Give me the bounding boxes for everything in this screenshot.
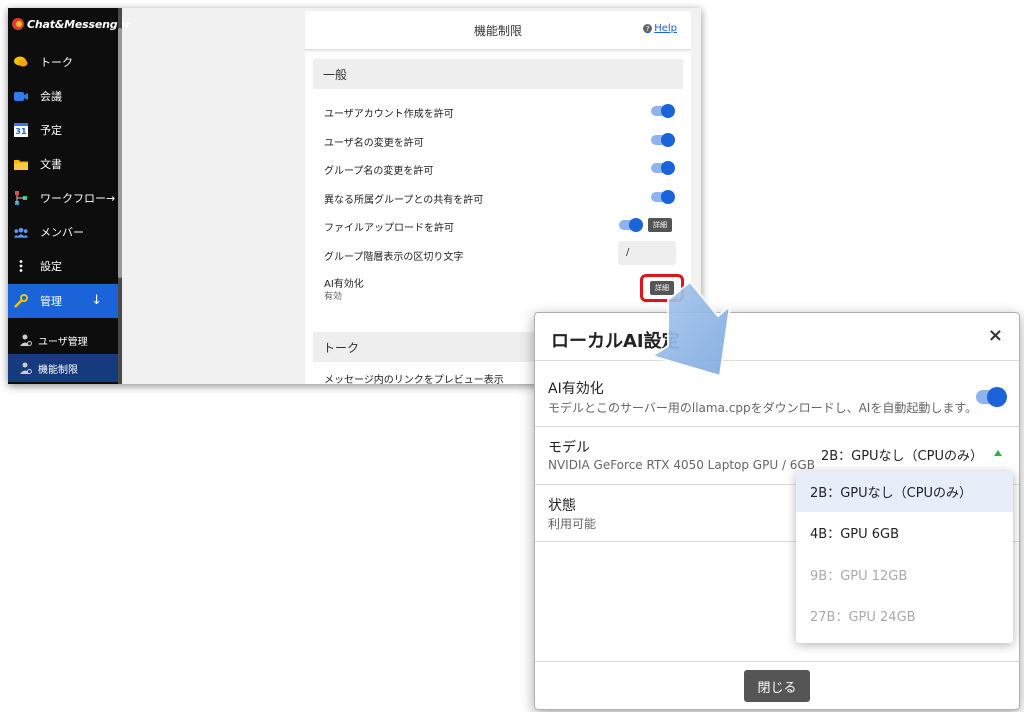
model-label: モデル: [548, 440, 590, 456]
row-label: メッセージ内のリンクをプレビュー表示: [324, 375, 504, 384]
calendar-icon: 31: [14, 123, 28, 137]
caret-up-icon[interactable]: [994, 450, 1002, 456]
section-general-title: 一般: [313, 59, 683, 89]
nav-item-documents[interactable]: 文書: [8, 147, 118, 181]
nav-label: ワークフロー→: [40, 192, 116, 205]
nav-label: メンバー: [40, 226, 84, 239]
row-label: グループ名の変更を許可: [324, 166, 434, 177]
close-icon[interactable]: ×: [988, 327, 1003, 345]
model-option-4b[interactable]: 4B：GPU 6GB: [796, 512, 1013, 553]
nav-label: トーク: [40, 56, 73, 69]
nav-item-talk[interactable]: トーク: [8, 45, 118, 79]
nav-label: 設定: [40, 260, 62, 273]
help-link[interactable]: ? Help: [643, 23, 677, 34]
row-sub: 有効: [324, 292, 343, 302]
chat-bubble-icon: [14, 55, 28, 69]
arrow-down-icon: ↓: [91, 293, 102, 308]
footer-divider: [535, 661, 1019, 662]
close-button[interactable]: 閉じる: [744, 670, 810, 702]
dialog-title: ローカルAI設定: [551, 331, 680, 352]
row-label: ユーザアカウント作成を許可: [324, 109, 454, 120]
row-label: ファイルアップロードを許可: [324, 223, 454, 234]
status-value: 利用可能: [548, 517, 597, 531]
help-icon: ?: [643, 24, 653, 33]
more-vertical-icon: [14, 259, 28, 273]
toggle-allow-cross-group-sharing[interactable]: [651, 190, 675, 204]
model-desc: NVIDIA GeForce RTX 4050 Laptop GPU / 6GB: [548, 458, 815, 472]
workflow-icon: [14, 191, 28, 205]
user-gear-icon: [20, 334, 32, 346]
toggle-allow-account-creation[interactable]: [651, 104, 675, 118]
nav-label: 文書: [40, 158, 62, 171]
divider: [535, 426, 1019, 427]
toggle-allow-groupname-change[interactable]: [651, 161, 675, 175]
toggle-allow-username-change[interactable]: [651, 133, 675, 147]
nav-label: 管理: [40, 295, 62, 308]
nav-item-schedule[interactable]: 31 予定: [8, 113, 118, 147]
sub-nav-label: 機能制限: [38, 364, 78, 376]
ai-detail-button[interactable]: 詳細: [650, 281, 674, 295]
nav-item-meeting[interactable]: 会議: [8, 79, 118, 113]
admin-tools-icon: [14, 294, 28, 308]
ai-enable-label: AI有効化: [548, 381, 604, 397]
nav-item-workflow[interactable]: ワークフロー→: [8, 181, 118, 215]
row-label: AI有効化: [324, 279, 364, 290]
scrollbar-thumb[interactable]: [118, 28, 122, 278]
status-label: 状態: [548, 498, 576, 514]
sidebar-scrollbar[interactable]: [118, 8, 122, 384]
folder-icon: [14, 157, 28, 171]
ai-enable-desc: モデルとこのサーバー用のllama.cppをダウンロードし、AIを自動起動します…: [548, 401, 978, 415]
app-logo: Chat&Messenger: [12, 16, 130, 32]
sub-nav-user-management[interactable]: ユーザ管理: [8, 326, 118, 354]
help-label: Help: [654, 23, 677, 34]
sidebar: Chat&Messenger トーク 会議 31 予定 文書 ワークフロー→ メ…: [8, 8, 130, 384]
nav-item-members[interactable]: メンバー: [8, 215, 118, 249]
ai-enable-toggle[interactable]: [976, 387, 1007, 407]
model-option-9b: 9B：GPU 12GB: [810, 569, 908, 584]
nav-item-admin[interactable]: 管理 ↓: [8, 284, 118, 318]
row-label: ユーザ名の変更を許可: [324, 138, 424, 149]
nav-label: 予定: [40, 124, 62, 137]
model-option-27b: 27B：GPU 24GB: [810, 610, 916, 625]
people-icon: [14, 225, 28, 239]
file-upload-detail-button[interactable]: 詳細: [648, 218, 672, 232]
row-label: 異なる所属グループとの共有を許可: [324, 195, 484, 206]
sub-nav-feature-restrictions[interactable]: 機能制限: [8, 354, 118, 382]
model-dropdown-list: 2B：GPUなし（CPUのみ） 4B：GPU 6GB 9B：GPU 12GB 2…: [796, 471, 1013, 643]
divider: [535, 360, 1019, 361]
model-select[interactable]: 2B：GPUなし（CPUのみ）: [821, 445, 983, 464]
logo-text: Chat&Messenger: [27, 17, 130, 31]
separator-input[interactable]: /: [618, 241, 676, 265]
page-header: 機能制限 ? Help: [305, 11, 691, 50]
nav-label: 会議: [40, 90, 62, 103]
user-gear-icon: [20, 362, 32, 374]
page-title: 機能制限: [473, 24, 522, 38]
video-camera-icon: [14, 89, 28, 103]
sub-nav-label: ユーザ管理: [38, 336, 88, 348]
nav-item-settings[interactable]: 設定: [8, 249, 118, 283]
row-label: グループ階層表示の区切り文字: [324, 252, 464, 263]
toggle-allow-file-upload[interactable]: [619, 218, 643, 232]
logo-mark-icon: [12, 18, 24, 30]
model-option-2b[interactable]: 2B：GPUなし（CPUのみ）: [796, 471, 1013, 512]
